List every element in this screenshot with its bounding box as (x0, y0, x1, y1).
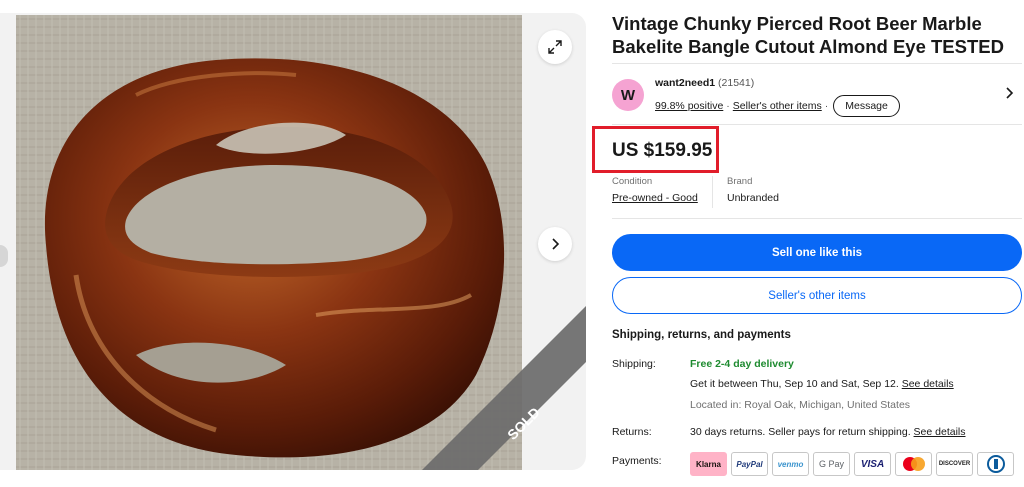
brand-block: Brand Unbranded (712, 176, 779, 208)
expand-icon (548, 40, 562, 54)
shipping-see-details-link[interactable]: See details (902, 378, 954, 390)
separator: · (726, 100, 730, 112)
separator: · (824, 100, 829, 112)
paypal-icon: PayPal (731, 452, 768, 476)
returns-text: 30 days returns. Seller pays for return … (690, 426, 911, 438)
chevron-right-icon[interactable] (1004, 86, 1016, 100)
seller-links: 99.8% positive · Seller's other items · … (655, 95, 900, 117)
returns-label: Returns: (612, 426, 652, 438)
diners-club-logo (986, 455, 1005, 473)
delivery-text: Free 2-4 day delivery (690, 358, 794, 370)
shipping-label: Shipping: (612, 358, 656, 370)
message-button[interactable]: Message (833, 95, 900, 117)
visa-icon: VISA (854, 452, 891, 476)
venmo-icon: venmo (772, 452, 809, 476)
chevron-right-icon (552, 238, 560, 250)
seller-card[interactable]: W want2need1 (21541) 99.8% positive · Se… (612, 63, 1022, 125)
item-location: Located in: Royal Oak, Michigan, United … (690, 399, 911, 411)
divider (612, 218, 1022, 219)
seller-other-items-link[interactable]: Seller's other items (733, 100, 822, 112)
sell-one-like-this-button[interactable]: Sell one like this (612, 234, 1022, 271)
klarna-icon: Klarna (690, 452, 727, 476)
shipping-section-title: Shipping, returns, and payments (612, 329, 791, 341)
diners-club-icon (977, 452, 1014, 476)
condition-label: Condition (612, 176, 653, 187)
item-price: US $159.95 (612, 140, 713, 161)
mastercard-logo (902, 457, 925, 471)
brand-value: Unbranded (727, 192, 779, 204)
sellers-other-items-button[interactable]: Seller's other items (612, 277, 1022, 314)
bangle-image (16, 15, 522, 470)
seller-name-line: want2need1 (21541) (655, 77, 754, 89)
seller-feedback-count: (21541) (718, 77, 755, 89)
condition-block: Condition Pre-owned - Good (612, 176, 698, 204)
delivery-estimate-text: Get it between Thu, Sep 10 and Sat, Sep … (690, 378, 899, 390)
previous-image-edge[interactable] (0, 245, 8, 267)
next-image-button[interactable] (538, 227, 572, 261)
returns-policy: 30 days returns. Seller pays for return … (690, 426, 966, 438)
payment-methods: Klarna PayPal venmo G Pay VISA DISCOVER (690, 452, 1014, 476)
delivery-estimate: Get it between Thu, Sep 10 and Sat, Sep … (690, 378, 954, 390)
listing-photo[interactable] (16, 15, 522, 470)
seller-name[interactable]: want2need1 (655, 77, 715, 89)
returns-see-details-link[interactable]: See details (914, 426, 966, 438)
mastercard-icon (895, 452, 932, 476)
seller-avatar[interactable]: W (612, 79, 644, 111)
payments-label: Payments: (612, 455, 662, 467)
google-pay-icon: G Pay (813, 452, 850, 476)
discover-icon: DISCOVER (936, 452, 973, 476)
positive-feedback-link[interactable]: 99.8% positive (655, 100, 723, 112)
brand-label: Brand (727, 176, 753, 187)
image-gallery: SOLD (0, 13, 586, 470)
condition-value[interactable]: Pre-owned - Good (612, 192, 698, 204)
expand-button[interactable] (538, 30, 572, 64)
item-title: Vintage Chunky Pierced Root Beer Marble … (612, 13, 1004, 57)
